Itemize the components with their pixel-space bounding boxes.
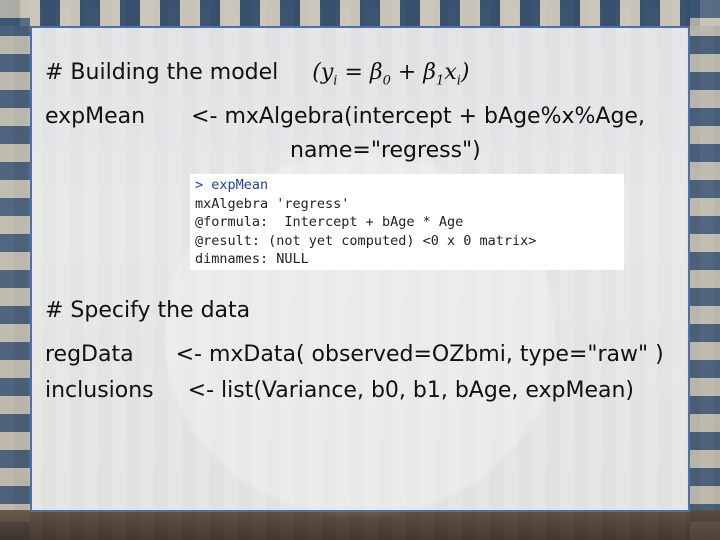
specify-data-comment: # Specify the data (45, 298, 251, 323)
expmean-assignment: <- mxAlgebra(intercept + bAge%x%Age, (191, 104, 645, 129)
heading-line: # Building the model (yi = β0 + β1xi) (45, 60, 470, 88)
console-prompt: > expMean (195, 177, 269, 193)
expmean-line: expMean <- mxAlgebra(intercept + bAge%x%… (45, 104, 645, 129)
regression-formula: (yi = β0 + β1xi) (312, 60, 470, 89)
floor (0, 510, 720, 540)
tile-border-top (0, 0, 720, 26)
console-line-formula: @formula: Intercept + bAge * Age (195, 213, 619, 232)
result-value: (not yet computed) <0 x 0 matrix> (268, 232, 537, 249)
formula-label: @formula: (195, 214, 285, 230)
inclusions-line: inclusions <- list(Variance, b0, b1, bAg… (45, 378, 634, 403)
dimnames-label: dimnames: (195, 251, 277, 267)
formula-value: Intercept + bAge * Age (284, 214, 464, 230)
regdata-assignment: <- mxData( observed=OZbmi, type="raw" ) (175, 342, 664, 367)
expmean-name: expMean (45, 104, 146, 129)
dimnames-value: NULL (276, 251, 309, 267)
tile-border-left (0, 0, 30, 540)
regdata-line: regData <- mxData( observed=OZbmi, type=… (45, 342, 664, 367)
console-line-result: @result: (not yet computed) <0 x 0 matri… (195, 232, 619, 251)
inclusions-name: inclusions (45, 378, 154, 403)
tile-border-right (690, 0, 720, 540)
regdata-name: regData (45, 342, 134, 367)
console-output: > expMean mxAlgebra 'regress' @formula: … (190, 174, 624, 270)
expmean-continuation: name="regress") (290, 138, 481, 163)
slide-content-panel: # Building the model (yi = β0 + β1xi) ex… (30, 26, 690, 512)
inclusions-assignment: <- list(Variance, b0, b1, bAge, expMean) (187, 378, 634, 403)
heading-comment: # Building the model (45, 60, 279, 85)
result-label: @result: (195, 232, 269, 249)
console-line-dimnames: dimnames: NULL (195, 250, 619, 269)
console-line-algebra: mxAlgebra 'regress' (195, 195, 350, 212)
